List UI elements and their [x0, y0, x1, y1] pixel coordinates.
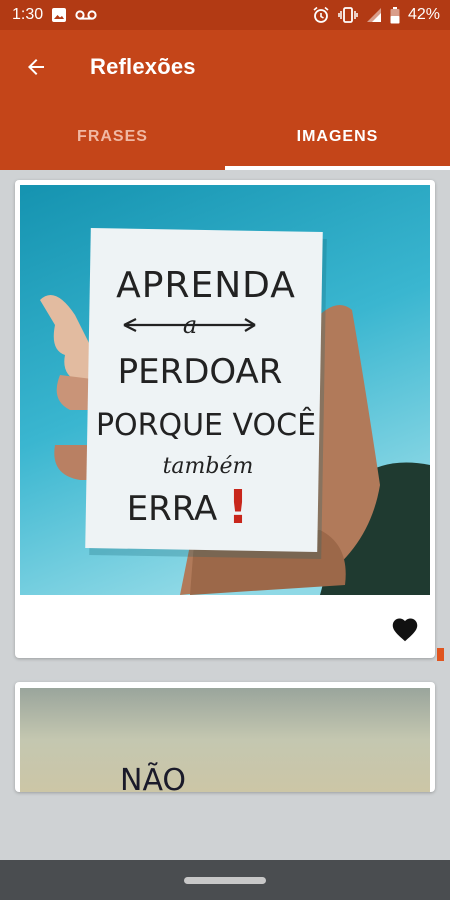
tab-frases[interactable]: FRASES: [0, 104, 225, 170]
tab-bar: FRASES IMAGENS: [0, 104, 450, 170]
status-bar: 1:30 42%: [0, 0, 450, 30]
arrow-back-icon: [24, 55, 48, 79]
battery-icon: [390, 6, 400, 24]
heart-icon: [391, 616, 419, 642]
alarm-icon: [312, 6, 330, 24]
card-photo: NÃO: [20, 688, 430, 792]
image-text-5: também: [163, 454, 254, 479]
image-text-1: APRENDA: [116, 265, 296, 306]
battery-percent: 42%: [407, 6, 440, 23]
image-feed[interactable]: APRENDA a PERDOAR PORQUE VOCÊ também ERR…: [0, 170, 450, 860]
scroll-indicator: [437, 648, 444, 661]
image-text-4: PORQUE VOCÊ: [96, 407, 316, 443]
image-notification-icon: [51, 7, 67, 23]
signal-icon: [366, 7, 382, 23]
card-photo: APRENDA a PERDOAR PORQUE VOCÊ também ERR…: [20, 185, 430, 595]
back-button[interactable]: [16, 47, 56, 87]
screen: 1:30 42% Reflexões FRASES IMAGENS APREND…: [0, 0, 450, 900]
status-time: 1:30: [12, 6, 44, 23]
image-card[interactable]: NÃO: [15, 682, 435, 792]
image-text-6: ERRA: [127, 489, 218, 529]
favorite-button[interactable]: [389, 614, 421, 644]
system-nav-bar: [0, 860, 450, 900]
status-left: 1:30: [12, 6, 97, 24]
image-text-7: !: [228, 480, 249, 534]
image-card[interactable]: APRENDA a PERDOAR PORQUE VOCÊ também ERR…: [15, 180, 435, 658]
status-right: 42%: [312, 6, 440, 24]
page-title: Reflexões: [90, 54, 196, 79]
image-text-3: PERDOAR: [118, 352, 283, 392]
voicemail-icon: [75, 9, 97, 21]
image-text-1: NÃO: [120, 762, 186, 792]
vibrate-icon: [338, 7, 358, 23]
app-bar: Reflexões: [0, 30, 450, 104]
tab-imagens[interactable]: IMAGENS: [225, 104, 450, 170]
image-text-2: a: [183, 311, 197, 339]
home-gesture-pill[interactable]: [184, 876, 266, 884]
